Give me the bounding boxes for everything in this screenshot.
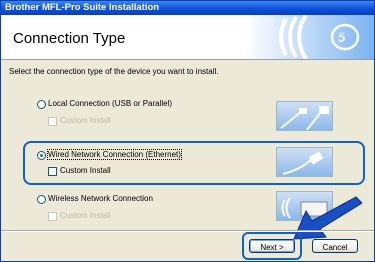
local-custom-install-label: Custom Install — [60, 116, 111, 125]
cancel-button[interactable]: Cancel — [312, 239, 358, 253]
installer-window: Brother MFL-Pro Suite Installation Conne… — [0, 0, 375, 262]
header-graphic: ɔ̋ — [246, 15, 374, 59]
page-title: Connection Type — [13, 30, 126, 47]
header-panel: Connection Type ɔ̋ — [1, 15, 374, 60]
wired-custom-install-label[interactable]: Custom Install — [60, 166, 111, 175]
window-title: Brother MFL-Pro Suite Installation — [5, 2, 160, 13]
wireless-connection-label[interactable]: Wireless Network Connection — [48, 194, 153, 203]
wireless-connection-radio[interactable] — [37, 195, 46, 204]
wireless-signal-icon: ɔ̋ — [279, 15, 360, 59]
wired-custom-install-checkbox[interactable] — [48, 167, 57, 176]
local-connection-label[interactable]: Local Connection (USB or Parallel) — [48, 99, 172, 108]
wireless-custom-install-label: Custom Install — [60, 211, 111, 220]
wired-connection-radio[interactable] — [37, 151, 46, 160]
instruction-text: Select the connection type of the device… — [9, 67, 219, 76]
local-connection-radio[interactable] — [37, 100, 46, 109]
next-button[interactable]: Next > — [249, 239, 295, 253]
usb-parallel-cable-icon — [276, 101, 333, 131]
title-bar[interactable]: Brother MFL-Pro Suite Installation — [1, 1, 374, 15]
local-custom-install-checkbox — [48, 117, 57, 126]
ethernet-cable-icon — [276, 147, 333, 177]
svg-text:ɔ̋: ɔ̋ — [338, 30, 345, 45]
wireless-custom-install-checkbox — [48, 212, 57, 221]
footer-divider — [1, 230, 374, 232]
wired-connection-label[interactable]: Wired Network Connection (Ethernet) — [47, 149, 182, 160]
